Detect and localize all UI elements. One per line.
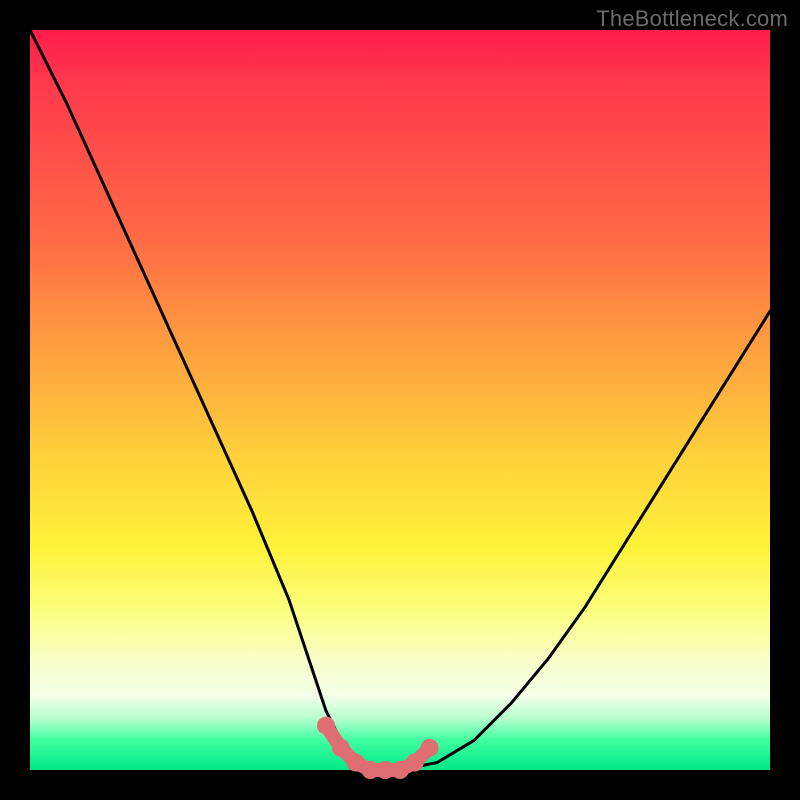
marker-dot (317, 717, 335, 735)
bottleneck-curve (30, 30, 770, 770)
gradient-plot-area (30, 30, 770, 770)
watermark-text: TheBottleneck.com (596, 6, 788, 32)
marker-dot (421, 739, 439, 757)
chart-frame: TheBottleneck.com (0, 0, 800, 800)
marker-dot (332, 739, 350, 757)
marker-dot (406, 754, 424, 772)
curve-svg (30, 30, 770, 770)
